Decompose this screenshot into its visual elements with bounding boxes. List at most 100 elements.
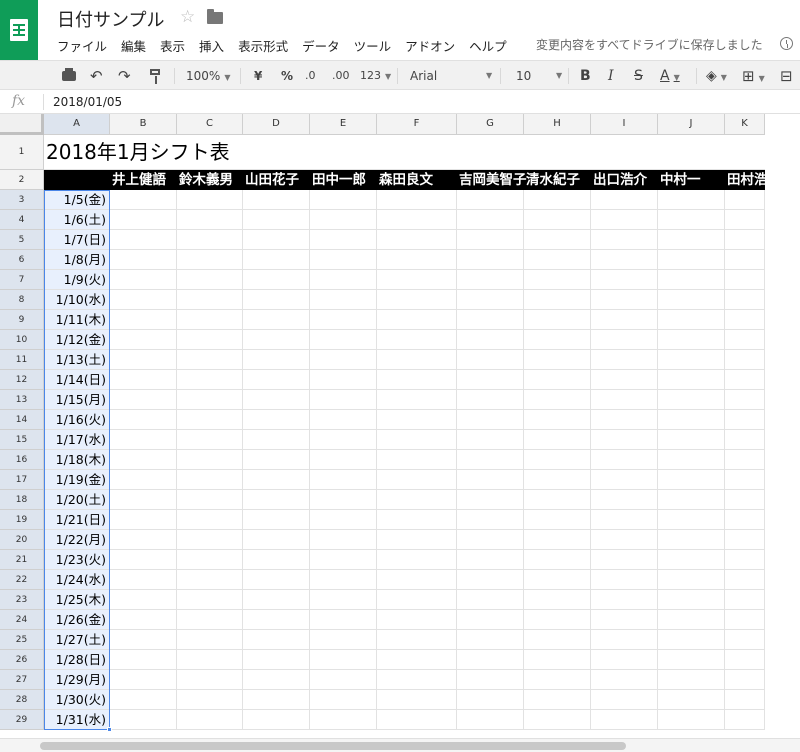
row-header[interactable]: 6 [0, 250, 44, 270]
grid-cell[interactable] [658, 135, 725, 170]
grid-cell[interactable] [457, 490, 524, 510]
grid-cell[interactable] [377, 250, 457, 270]
document-title[interactable]: 日付サンプル [57, 6, 164, 32]
grid-cell[interactable] [457, 370, 524, 390]
grid-cell[interactable] [110, 350, 177, 370]
grid-cell[interactable] [377, 310, 457, 330]
row-header[interactable]: 8 [0, 290, 44, 310]
date-cell[interactable]: 1/30(火) [44, 690, 110, 710]
grid-cell[interactable] [457, 670, 524, 690]
zoom-select[interactable]: 100% ▼ [186, 61, 230, 91]
grid-cell[interactable] [110, 230, 177, 250]
grid-cell[interactable] [310, 470, 377, 490]
menu-file[interactable]: ファイル [57, 36, 107, 54]
grid-cell[interactable] [243, 210, 310, 230]
grid-cell[interactable] [725, 610, 765, 630]
grid-cell[interactable] [177, 550, 243, 570]
grid-cell[interactable] [243, 470, 310, 490]
grid-cell[interactable] [110, 450, 177, 470]
grid-cell[interactable] [524, 230, 591, 250]
italic-button[interactable]: I [608, 61, 614, 91]
grid-cell[interactable] [457, 135, 524, 170]
grid-cell[interactable] [457, 310, 524, 330]
grid-cell[interactable] [725, 470, 765, 490]
grid-cell[interactable] [524, 210, 591, 230]
grid-cell[interactable] [658, 570, 725, 590]
column-header-f[interactable]: F [377, 114, 457, 135]
grid-cell[interactable] [177, 310, 243, 330]
grid-cell[interactable] [310, 330, 377, 350]
grid-cell[interactable] [110, 690, 177, 710]
scrollbar-thumb[interactable] [40, 742, 626, 750]
select-all-corner[interactable] [0, 114, 44, 135]
grid-cell[interactable] [591, 470, 658, 490]
grid-cell[interactable] [591, 135, 658, 170]
staff-name-cell[interactable]: 清水紀子 [526, 170, 580, 190]
grid-cell[interactable] [243, 570, 310, 590]
decrease-decimal-button[interactable]: .0 [305, 61, 316, 91]
grid-cell[interactable] [310, 190, 377, 210]
grid-cell[interactable] [110, 370, 177, 390]
grid-cell[interactable] [591, 410, 658, 430]
grid-cell[interactable] [524, 330, 591, 350]
grid-cell[interactable] [725, 330, 765, 350]
increase-decimal-button[interactable]: .00 [332, 61, 350, 91]
grid-cell[interactable] [177, 610, 243, 630]
grid-cell[interactable] [457, 350, 524, 370]
grid-cell[interactable] [591, 490, 658, 510]
grid-cell[interactable] [457, 610, 524, 630]
row-header[interactable]: 26 [0, 650, 44, 670]
menu-tools[interactable]: ツール [354, 36, 392, 54]
grid-cell[interactable] [725, 250, 765, 270]
grid-cell[interactable] [243, 610, 310, 630]
grid-cell[interactable] [377, 630, 457, 650]
grid-cell[interactable] [725, 590, 765, 610]
grid-cell[interactable] [591, 350, 658, 370]
date-cell[interactable]: 1/28(日) [44, 650, 110, 670]
grid-cell[interactable] [310, 135, 377, 170]
grid-cell[interactable] [310, 310, 377, 330]
grid-cell[interactable] [310, 210, 377, 230]
grid-cell[interactable] [457, 330, 524, 350]
grid-cell[interactable] [457, 430, 524, 450]
staff-name-cell[interactable]: 森田良文 [379, 170, 433, 190]
grid-cell[interactable] [310, 410, 377, 430]
font-select[interactable]: Arial ▼ [410, 61, 492, 91]
fill-color-button[interactable]: ◈ ▼ [706, 61, 727, 91]
grid-cell[interactable] [725, 490, 765, 510]
grid-cell[interactable] [377, 490, 457, 510]
history-icon[interactable] [780, 37, 793, 50]
sheet-title-cell[interactable]: 2018年1月シフト表 [46, 137, 230, 167]
grid-cell[interactable] [377, 410, 457, 430]
grid-cell[interactable] [457, 530, 524, 550]
grid-cell[interactable] [591, 510, 658, 530]
date-cell[interactable]: 1/7(日) [44, 230, 110, 250]
grid-cell[interactable] [310, 650, 377, 670]
grid-cell[interactable] [377, 390, 457, 410]
grid-cell[interactable] [524, 630, 591, 650]
grid-cell[interactable] [591, 610, 658, 630]
staff-name-cell[interactable]: 田村浩一 [727, 170, 781, 190]
grid-cell[interactable] [177, 710, 243, 730]
menu-view[interactable]: 表示 [160, 36, 185, 54]
date-cell[interactable]: 1/19(金) [44, 470, 110, 490]
grid-cell[interactable] [377, 550, 457, 570]
grid-cell[interactable] [377, 270, 457, 290]
grid-cell[interactable] [243, 670, 310, 690]
date-cell[interactable]: 1/29(月) [44, 670, 110, 690]
grid-cell[interactable] [658, 450, 725, 470]
row-header[interactable]: 9 [0, 310, 44, 330]
grid-cell[interactable] [524, 290, 591, 310]
grid-cell[interactable] [110, 470, 177, 490]
grid-cell[interactable] [310, 270, 377, 290]
grid-cell[interactable] [310, 230, 377, 250]
grid-cell[interactable] [658, 250, 725, 270]
grid-cell[interactable] [591, 710, 658, 730]
row-header[interactable]: 22 [0, 570, 44, 590]
grid-cell[interactable] [243, 630, 310, 650]
row-header[interactable]: 2 [0, 170, 44, 190]
grid-cell[interactable] [658, 390, 725, 410]
grid-cell[interactable] [310, 590, 377, 610]
grid-cell[interactable] [110, 610, 177, 630]
grid-cell[interactable] [457, 570, 524, 590]
